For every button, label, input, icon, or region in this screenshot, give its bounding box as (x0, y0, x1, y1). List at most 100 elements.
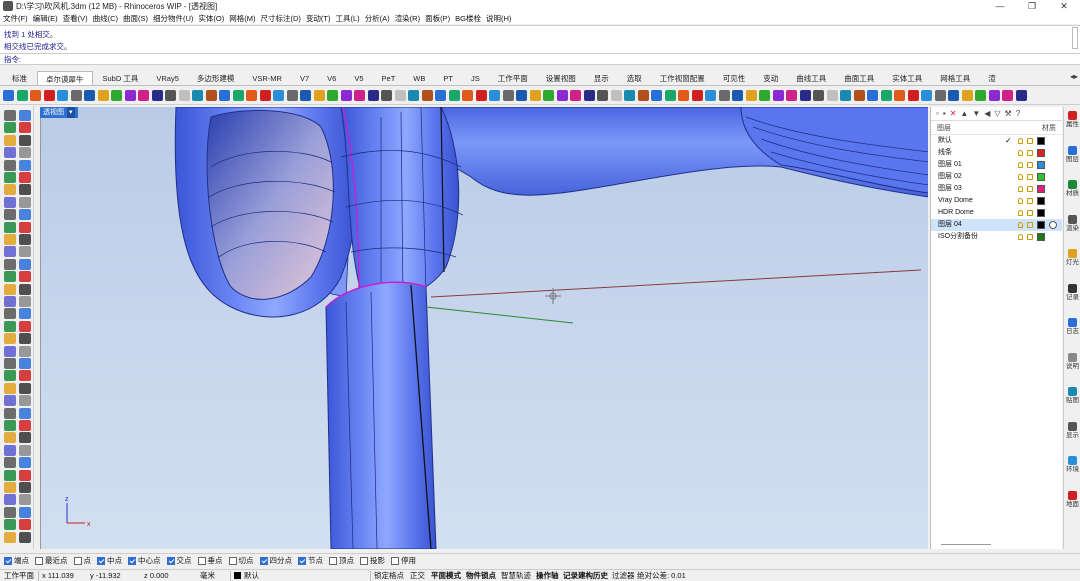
filter-toggle[interactable]: 过滤器 (612, 570, 635, 581)
toolbar-tool-icon[interactable] (30, 90, 41, 101)
layer-row[interactable]: 线条 (931, 147, 1062, 159)
osnap-checkbox[interactable] (166, 556, 175, 565)
minimize-button[interactable]: — (984, 0, 1016, 12)
tab-transform[interactable]: 变动 (755, 71, 786, 85)
menu-surface[interactable]: 曲面(S) (123, 13, 148, 24)
toolbar-tool-icon[interactable] (718, 90, 730, 101)
toolbar-tool-icon[interactable] (354, 90, 365, 101)
side-tab[interactable]: 日志 (1065, 318, 1080, 335)
side-tab[interactable]: 灯光 (1065, 249, 1080, 266)
osnap-option[interactable]: 交点 (166, 555, 192, 566)
toolbar-tool-icon[interactable] (367, 90, 379, 101)
left-tool-icon[interactable] (19, 506, 31, 518)
toolbar-tool-icon[interactable] (502, 90, 514, 101)
toolbar-tool-icon[interactable] (327, 90, 338, 101)
left-tool-icon[interactable] (4, 320, 16, 332)
left-tool-icon[interactable] (4, 382, 16, 394)
tab-display[interactable]: 显示 (586, 71, 617, 85)
lock-icon[interactable] (1027, 150, 1033, 156)
toolbar-tool-icon[interactable] (745, 90, 757, 101)
layer-color-swatch[interactable] (1037, 185, 1045, 193)
toolbar-tool-icon[interactable] (934, 90, 946, 101)
toolbar-tool-icon[interactable] (381, 90, 392, 101)
side-tab[interactable]: 属性 (1065, 111, 1080, 128)
left-tool-icon[interactable] (19, 234, 31, 245)
menu-bg[interactable]: BG楼栓 (455, 13, 481, 24)
left-tool-icon[interactable] (4, 358, 16, 369)
units-label[interactable]: 毫米 (200, 570, 215, 581)
osnap-checkbox[interactable] (329, 556, 337, 565)
left-tool-icon[interactable] (19, 134, 31, 146)
lock-icon[interactable] (1027, 186, 1033, 192)
layer-color-swatch[interactable] (1037, 161, 1045, 169)
toolbar-tool-icon[interactable] (408, 90, 419, 101)
visibility-bulb-icon[interactable] (1018, 234, 1023, 240)
osnap-checkbox[interactable] (298, 556, 306, 565)
visibility-bulb-icon[interactable] (1018, 198, 1023, 204)
side-tab[interactable]: 图层 (1065, 145, 1080, 163)
help-icon[interactable]: ? (1016, 109, 1020, 118)
left-tool-icon[interactable] (4, 283, 16, 295)
toolbar-tool-icon[interactable] (178, 90, 190, 101)
osnap-checkbox[interactable] (259, 556, 268, 565)
tab-curve-tools[interactable]: 曲线工具 (788, 71, 834, 85)
side-tab[interactable]: 渲染 (1065, 214, 1080, 232)
osnap-checkbox[interactable] (360, 556, 368, 565)
left-tool-icon[interactable] (4, 159, 16, 171)
new-sublayer-icon[interactable]: ▪ (943, 109, 946, 118)
toolbar-tool-icon[interactable] (556, 90, 568, 101)
osnap-checkbox[interactable] (97, 556, 105, 565)
toolbar-tool-icon[interactable] (340, 90, 352, 101)
layer-color-swatch[interactable] (1037, 209, 1045, 217)
layer-color-swatch[interactable] (1037, 197, 1045, 205)
layer-row[interactable]: 默认 ✓ (931, 135, 1062, 147)
osnap-toggle[interactable]: 物件锁点 (466, 570, 496, 581)
layer-row[interactable]: HDR Dome (931, 207, 1062, 219)
tools-icon[interactable]: ⚒ (1005, 109, 1012, 118)
toolbar-tool-icon[interactable] (840, 90, 851, 101)
tab-pet[interactable]: PeT (374, 71, 404, 85)
left-tool-icon[interactable] (4, 370, 16, 382)
menu-render[interactable]: 渲染(R) (395, 13, 420, 24)
layer-color-swatch[interactable] (1037, 149, 1045, 157)
layer-row[interactable]: 图层 01 (931, 159, 1062, 171)
toolbar-tool-icon[interactable] (421, 90, 433, 101)
toolbar-tool-icon[interactable] (921, 90, 932, 101)
toolbar-tool-icon[interactable] (43, 90, 55, 101)
toolbar-tool-icon[interactable] (772, 90, 784, 101)
layer-color-swatch[interactable] (1037, 233, 1045, 241)
tab-vray5[interactable]: VRay5 (148, 71, 187, 85)
toolbar-tool-icon[interactable] (70, 90, 82, 101)
toolbar-tool-icon[interactable] (516, 90, 527, 101)
toolbar-tool-icon[interactable] (435, 90, 446, 101)
toolbar-tool-icon[interactable] (232, 90, 244, 101)
osnap-checkbox[interactable] (73, 556, 82, 565)
toolbar-tool-icon[interactable] (246, 90, 257, 101)
osnap-option[interactable]: 中点 (97, 555, 122, 566)
left-tool-icon[interactable] (4, 134, 16, 146)
maximize-button[interactable]: ❐ (1016, 0, 1048, 12)
menu-help[interactable]: 说明(H) (486, 13, 511, 24)
toolbar-tool-icon[interactable] (16, 90, 28, 101)
tab-visibility[interactable]: 可见性 (715, 71, 754, 85)
lock-icon[interactable] (1027, 210, 1033, 216)
left-tool-icon[interactable] (19, 184, 31, 196)
visibility-bulb-icon[interactable] (1018, 210, 1023, 216)
lock-icon[interactable] (1027, 222, 1033, 228)
menu-transform[interactable]: 变动(T) (306, 13, 331, 24)
menu-tools[interactable]: 工具(L) (336, 13, 360, 24)
left-tool-icon[interactable] (4, 184, 16, 196)
left-tool-icon[interactable] (4, 531, 16, 543)
toolbar-tool-icon[interactable] (799, 90, 811, 101)
left-tool-icon[interactable] (19, 382, 31, 394)
left-tool-icon[interactable] (19, 432, 31, 444)
toolbar-tool-icon[interactable] (219, 90, 230, 101)
toolbar-tool-icon[interactable] (151, 90, 163, 101)
menu-mesh[interactable]: 网格(M) (229, 13, 255, 24)
toolbar-tool-icon[interactable] (705, 90, 716, 101)
tab-solid-tools[interactable]: 实体工具 (884, 71, 930, 85)
filter-icon[interactable]: ▽ (994, 109, 1000, 118)
left-tool-icon[interactable] (4, 444, 16, 456)
left-tool-icon[interactable] (4, 296, 16, 307)
tab-polygon[interactable]: 多边形建模 (189, 71, 243, 85)
